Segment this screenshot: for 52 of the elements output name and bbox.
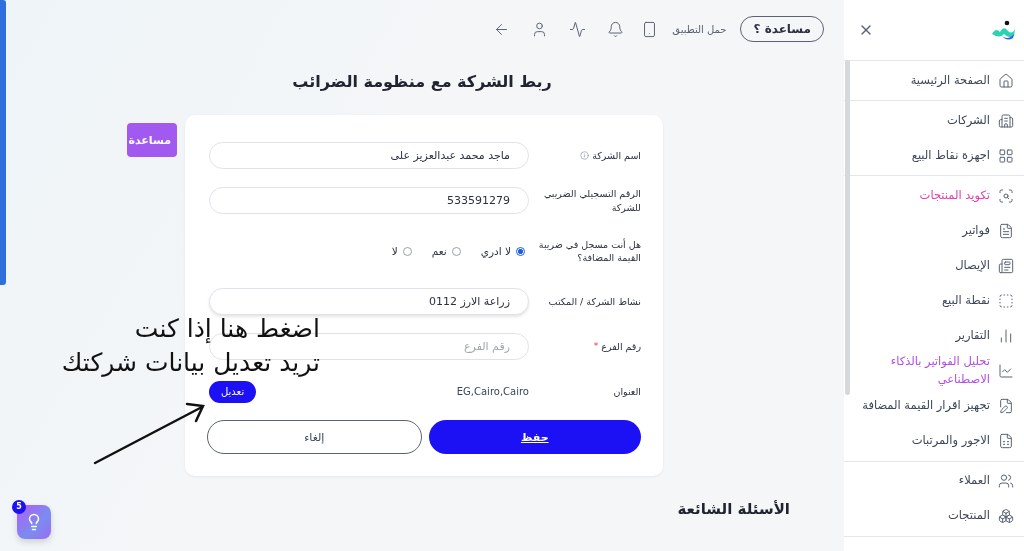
bar-chart-icon [998,327,1014,344]
line-chart-icon [998,362,1014,379]
scan-icon [998,187,1014,204]
count-badge: 5 [12,500,26,514]
field-label: هل أنت مسجل في ضريبة القيمة المضافة؟ [537,237,641,265]
house-icon [998,72,1014,89]
field-label: الرقم التسجيلي الضريبي للشركة [542,187,641,214]
sidebar-item[interactable]: تجهيز اقرار القيمة المضافة [844,388,1024,424]
help-tab[interactable]: مساعدة [127,123,177,157]
boxes-icon [998,508,1014,525]
edit-button[interactable]: تعديل [209,380,257,403]
field-label: نشاط الشركة / المكتب [548,294,641,309]
document-icon [998,222,1014,239]
sidebar-item[interactable]: الصفحة الرئيسية [844,63,1024,98]
field-label: رقم الفرع [601,339,641,354]
spreadsheet-icon [998,433,1014,450]
field-label: اسم الشركة [592,148,641,163]
input-field[interactable]: 533591279 [209,187,529,214]
sidebar-item[interactable]: نقطة البيع [844,283,1024,318]
radio-icon[interactable] [516,246,525,256]
logo-icon [990,19,1016,41]
receipt-icon [998,257,1014,274]
sidebar-item[interactable]: فواتير [844,213,1024,248]
sidebar-item[interactable]: العملاء [844,463,1024,499]
save-button[interactable]: حفظ [428,420,641,454]
users-icon [998,473,1014,490]
sidebar-item[interactable]: الإيصال [844,248,1024,283]
radio-option[interactable]: نعم [431,245,461,257]
input-field[interactable]: ماجد محمد عبدالعزيز على [209,142,529,169]
file-edit-icon [998,398,1014,415]
required-mark: * [593,340,599,353]
radio-icon[interactable] [402,246,412,256]
page-title: ربط الشركة مع منظومة الضرائب [292,72,552,91]
sidebar-item[interactable]: الشركات [844,103,1024,138]
input-field[interactable]: زراعة الارز 0112 [209,288,529,315]
sidebar-item[interactable]: التقارير [844,318,1024,353]
address-value: EG,Cairo,Cairo [456,386,529,397]
faq-heading: الأسئلة الشائعة [677,500,790,518]
sidebar-item[interactable]: المنتجات [844,498,1024,534]
sidebar-item[interactable]: اجهزة نقاط البيع [844,138,1024,173]
cancel-button[interactable]: إلغاء [207,420,422,454]
field-label: العنوان [613,384,641,399]
sidebar-item[interactable]: تحليل الفواتير بالذكاء الاصطناعي [844,353,1024,389]
building-icon [998,112,1014,129]
radio-option[interactable]: لا ادري [480,245,525,257]
download-app-link[interactable]: حمل التطبيق [672,23,727,35]
radio-option[interactable]: لا [391,245,412,257]
sidebar-item[interactable]: الاجور والمرتبات [844,423,1024,459]
sidebar-item[interactable]: تكويد المنتجات [844,178,1024,213]
radio-icon[interactable] [451,246,461,256]
grid-icon [998,147,1014,164]
dashed-square-icon [998,292,1014,309]
